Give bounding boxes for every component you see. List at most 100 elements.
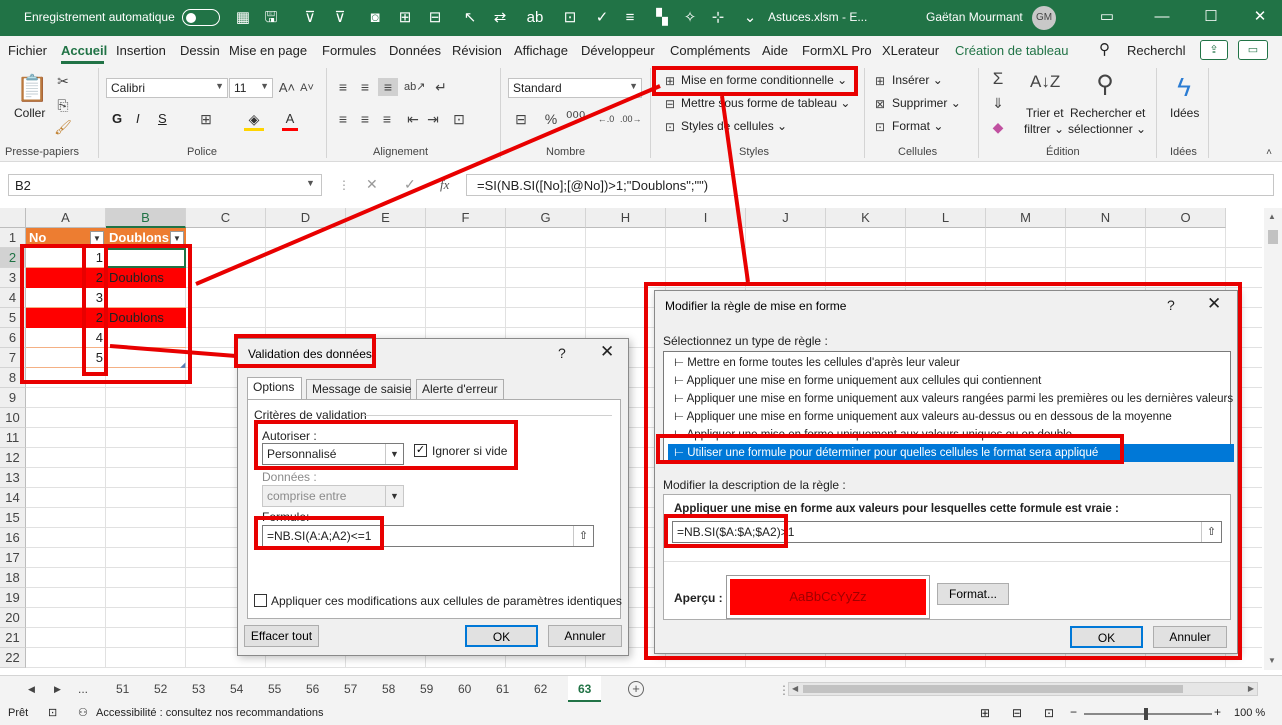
tab-formules[interactable]: Formules	[322, 43, 376, 58]
row-header-21[interactable]: 21	[0, 628, 26, 648]
sort-filter-icon[interactable]: A↓Z	[1030, 70, 1060, 94]
tab-complements[interactable]: Compléments	[670, 43, 750, 58]
clear-icon[interactable]: ◆	[988, 118, 1008, 136]
page-layout-icon[interactable]: ⊟	[1012, 706, 1022, 720]
filter-dropdown-icon[interactable]: ▼	[90, 231, 104, 245]
sheet-tab[interactable]: 60	[458, 682, 471, 696]
tab-revision[interactable]: Révision	[452, 43, 502, 58]
align-center-icon[interactable]: ≡	[356, 110, 374, 128]
strikethrough-icon[interactable]: ab	[525, 8, 545, 28]
row-header-18[interactable]: 18	[0, 568, 26, 588]
grow-font-icon[interactable]: A˄	[278, 79, 296, 97]
sort-filter-label-2[interactable]: filtrer ⌄	[1024, 122, 1064, 136]
zoom-level[interactable]: 100 %	[1234, 707, 1265, 719]
transfer-icon[interactable]: ⇄	[490, 8, 510, 28]
connect-icon[interactable]: ⊹	[708, 8, 728, 28]
format-painter-icon[interactable]: 🖌	[54, 118, 72, 136]
borders-icon[interactable]: ⊞	[196, 110, 216, 128]
italic-button[interactable]: I	[136, 111, 140, 126]
increase-indent-icon[interactable]: ⇥	[424, 110, 442, 128]
camera-icon[interactable]: ◙	[365, 8, 385, 28]
formula-input[interactable]: =NB.SI(A:A;A2)<=1 ⇧	[262, 525, 594, 547]
close-icon[interactable]: ✕	[1207, 294, 1221, 314]
paste-icon[interactable]: 📋	[16, 72, 48, 104]
row-header-10[interactable]: 10	[0, 408, 26, 428]
sort-filter-label-1[interactable]: Trier et	[1026, 106, 1064, 120]
formula-more-icon[interactable]: ⋮	[338, 178, 350, 192]
bird-icon[interactable]: ✧	[680, 8, 700, 28]
more-icon[interactable]: ⌄	[740, 8, 760, 28]
page-break-icon[interactable]: ⊡	[1044, 706, 1054, 720]
cut-icon[interactable]: ✂	[54, 72, 72, 90]
find-select-label-2[interactable]: sélectionner ⌄	[1068, 122, 1146, 136]
column-header-o[interactable]: O	[1146, 208, 1226, 228]
table-cell-no[interactable]: 2	[26, 308, 106, 328]
table-cell-doublons[interactable]	[106, 328, 186, 348]
select-all-corner[interactable]	[0, 208, 26, 228]
cursor-icon[interactable]: ↖	[460, 8, 480, 28]
row-header-17[interactable]: 17	[0, 548, 26, 568]
zoom-slider[interactable]	[1084, 708, 1212, 720]
tab-developpeur[interactable]: Développeur	[581, 43, 655, 58]
tab-affichage[interactable]: Affichage	[514, 43, 568, 58]
row-header-9[interactable]: 9	[0, 388, 26, 408]
filter-dropdown-icon[interactable]: ▼	[170, 231, 184, 245]
decrease-indent-icon[interactable]: ⇤	[404, 110, 422, 128]
macro-record-icon[interactable]: ⊡	[48, 706, 57, 719]
scroll-left-icon[interactable]: ◀	[789, 683, 801, 694]
find-icon[interactable]: ⚲	[1090, 70, 1120, 100]
tab-error-alert[interactable]: Alerte d'erreur	[416, 379, 504, 399]
sheet-tab[interactable]: 51	[116, 682, 129, 696]
help-icon[interactable]: ?	[1167, 297, 1175, 313]
column-header-h[interactable]: H	[586, 208, 666, 228]
apply-all-label[interactable]: Appliquer ces modifications aux cellules…	[271, 594, 622, 608]
accessibility-status[interactable]: Accessibilité : consultez nos recommanda…	[96, 707, 323, 719]
sheet-tab[interactable]: 55	[268, 682, 281, 696]
name-box-dropdown-icon[interactable]: ▼	[306, 178, 315, 188]
font-name-combo[interactable]: Calibri ▼	[106, 78, 228, 98]
ideas-label[interactable]: Idées	[1170, 106, 1199, 120]
scroll-thumb[interactable]	[1268, 230, 1278, 244]
merge-center-icon[interactable]: ⊡	[450, 110, 468, 128]
conditional-format-button[interactable]: Mise en forme conditionnelle ⌄	[681, 73, 847, 87]
format-button[interactable]: Format...	[937, 583, 1009, 605]
row-header-7[interactable]: 7	[0, 348, 26, 368]
add-sheet-icon[interactable]: +	[628, 681, 644, 697]
rule-type-item[interactable]: ⊢ Utiliser une formule pour déterminer p…	[668, 444, 1234, 462]
column-header-g[interactable]: G	[506, 208, 586, 228]
column-header-e[interactable]: E	[346, 208, 426, 228]
currency-icon[interactable]: ⊟	[510, 110, 532, 128]
zoom-slider-thumb[interactable]	[1144, 708, 1148, 720]
tab-formxl-pro[interactable]: FormXL Pro	[802, 43, 872, 58]
table-cell-doublons[interactable]: Doublons	[106, 308, 186, 328]
check-icon[interactable]: ✓	[592, 8, 612, 28]
cancel-button[interactable]: Annuler	[548, 625, 622, 647]
collapse-dialog-icon[interactable]: ⇧	[573, 526, 593, 546]
apply-all-checkbox[interactable]	[254, 594, 267, 607]
horizontal-scrollbar[interactable]: ◀ ▶	[788, 682, 1258, 696]
autosum-icon[interactable]: Σ	[988, 70, 1008, 88]
sheet-tab[interactable]: 58	[382, 682, 395, 696]
row-header-12[interactable]: 12	[0, 448, 26, 468]
close-icon[interactable]: ✕	[1245, 6, 1275, 28]
checker-icon[interactable]: ▚	[652, 8, 672, 28]
rule-type-item[interactable]: ⊢ Appliquer une mise en forme uniquement…	[668, 372, 1234, 390]
column-header-d[interactable]: D	[266, 208, 346, 228]
ok-button[interactable]: OK	[1070, 626, 1143, 648]
user-name[interactable]: Gaëtan Mourmant	[926, 10, 1023, 24]
font-color-icon[interactable]: A	[282, 110, 298, 131]
tab-aide[interactable]: Aide	[762, 43, 788, 58]
table-resize-handle[interactable]: ◢	[180, 361, 185, 369]
tab-input-message[interactable]: Message de saisie	[306, 379, 411, 399]
align-right-icon[interactable]: ≡	[378, 110, 396, 128]
filter-icon[interactable]: ⊽	[300, 8, 320, 28]
ribbon-options-icon[interactable]: ▭	[1092, 6, 1122, 28]
scroll-down-icon[interactable]: ▼	[1268, 656, 1276, 665]
minimize-icon[interactable]: —	[1147, 6, 1177, 28]
scroll-up-icon[interactable]: ▲	[1268, 212, 1276, 221]
cell-styles-button[interactable]: Styles de cellules ⌄	[681, 119, 787, 133]
table-cell-doublons[interactable]	[106, 288, 186, 308]
sheet-tab[interactable]: 52	[154, 682, 167, 696]
cancel-button[interactable]: Annuler	[1153, 626, 1227, 648]
tab-mise-en-page[interactable]: Mise en page	[229, 43, 307, 58]
